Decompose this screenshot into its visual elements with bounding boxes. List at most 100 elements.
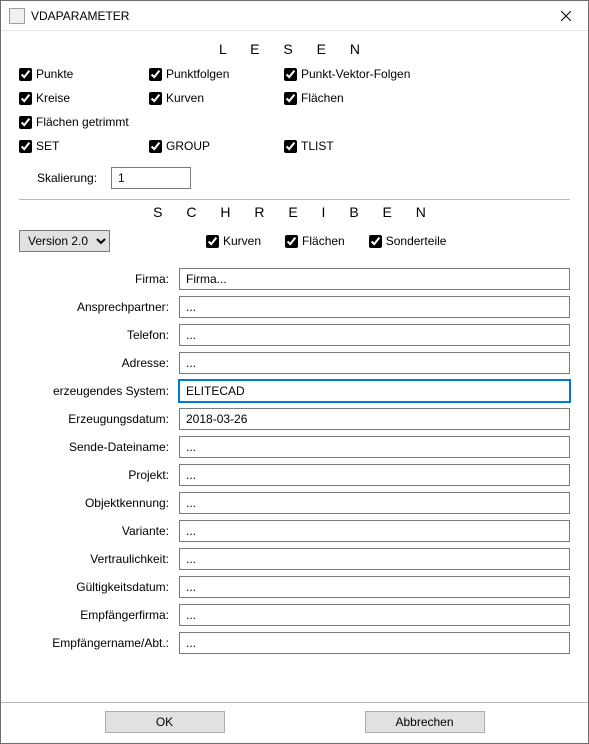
checkbox-flaechen[interactable]: Flächen	[284, 91, 484, 105]
titlebar: VDAPARAMETER	[1, 1, 588, 31]
checkbox-input[interactable]	[149, 92, 162, 105]
objektkennung-input[interactable]	[179, 492, 570, 514]
variante-input[interactable]	[179, 520, 570, 542]
gueltigkeitsdatum-input[interactable]	[179, 576, 570, 598]
checkbox-set[interactable]: SET	[19, 139, 149, 153]
checkbox-input[interactable]	[284, 140, 297, 153]
row-sende-dateiname: Sende-Dateiname:	[19, 436, 570, 458]
row-empf-name: Empfängername/Abt.:	[19, 632, 570, 654]
erz-datum-input[interactable]	[179, 408, 570, 430]
dialog-window: VDAPARAMETER L E S E N Punkte Punktfolge…	[0, 0, 589, 744]
close-icon	[561, 11, 571, 21]
write-checkboxes: Kurven Flächen Sonderteile	[206, 234, 446, 248]
field-label: Adresse:	[19, 356, 169, 370]
separator	[19, 199, 570, 200]
empf-firma-input[interactable]	[179, 604, 570, 626]
checkbox-input[interactable]	[284, 68, 297, 81]
checkbox-label: Kurven	[166, 91, 204, 105]
checkbox-label: TLIST	[301, 139, 334, 153]
checkbox-label: Sonderteile	[386, 234, 447, 248]
read-heading: L E S E N	[19, 41, 570, 57]
checkbox-punktfolgen[interactable]: Punktfolgen	[149, 67, 284, 81]
checkbox-input[interactable]	[284, 92, 297, 105]
checkbox-punkte[interactable]: Punkte	[19, 67, 149, 81]
write-top-row: Version 2.0 Kurven Flächen Sonderteile	[19, 230, 570, 252]
checkbox-input[interactable]	[19, 140, 32, 153]
write-heading: S C H R E I B E N	[19, 204, 570, 220]
checkbox-group[interactable]: GROUP	[149, 139, 284, 153]
checkbox-label: Flächen getrimmt	[36, 115, 129, 129]
cancel-button[interactable]: Abbrechen	[365, 711, 485, 733]
scale-row: Skalierung:	[37, 167, 570, 189]
row-vertraulichkeit: Vertraulichkeit:	[19, 548, 570, 570]
firma-input[interactable]	[179, 268, 570, 290]
checkbox-label: Kurven	[223, 234, 261, 248]
checkbox-input[interactable]	[206, 235, 219, 248]
checkbox-label: Punktfolgen	[166, 67, 229, 81]
field-label: Variante:	[19, 524, 169, 538]
checkbox-tlist[interactable]: TLIST	[284, 139, 484, 153]
scale-label: Skalierung:	[37, 171, 97, 185]
checkbox-input[interactable]	[19, 116, 32, 129]
form-rows: Firma: Ansprechpartner: Telefon: Adresse…	[19, 268, 570, 654]
checkbox-label: SET	[36, 139, 59, 153]
projekt-input[interactable]	[179, 464, 570, 486]
checkbox-kreise[interactable]: Kreise	[19, 91, 149, 105]
close-button[interactable]	[543, 1, 588, 31]
row-empf-firma: Empfängerfirma:	[19, 604, 570, 626]
row-projekt: Projekt:	[19, 464, 570, 486]
erz-system-input[interactable]	[179, 380, 570, 402]
content-area: L E S E N Punkte Punktfolgen Punkt-Vekto…	[1, 31, 588, 702]
checkbox-input[interactable]	[19, 68, 32, 81]
row-erz-datum: Erzeugungsdatum:	[19, 408, 570, 430]
version-select[interactable]: Version 2.0	[19, 230, 110, 252]
checkbox-flaechen-getrimmt[interactable]: Flächen getrimmt	[19, 115, 484, 129]
empf-name-input[interactable]	[179, 632, 570, 654]
field-label: Erzeugungsdatum:	[19, 412, 169, 426]
checkbox-input[interactable]	[369, 235, 382, 248]
checkbox-label: Flächen	[301, 91, 344, 105]
checkbox-write-sonderteile[interactable]: Sonderteile	[369, 234, 447, 248]
window-title: VDAPARAMETER	[31, 9, 543, 23]
checkbox-input[interactable]	[19, 92, 32, 105]
row-telefon: Telefon:	[19, 324, 570, 346]
row-adresse: Adresse:	[19, 352, 570, 374]
row-objektkennung: Objektkennung:	[19, 492, 570, 514]
checkbox-write-kurven[interactable]: Kurven	[206, 234, 261, 248]
ok-button[interactable]: OK	[105, 711, 225, 733]
checkbox-kurven[interactable]: Kurven	[149, 91, 284, 105]
field-label: Empfängername/Abt.:	[19, 636, 169, 650]
checkbox-label: GROUP	[166, 139, 210, 153]
checkbox-input[interactable]	[285, 235, 298, 248]
footer: OK Abbrechen	[1, 702, 588, 743]
scale-input[interactable]	[111, 167, 191, 189]
field-label: Firma:	[19, 272, 169, 286]
checkbox-input[interactable]	[149, 68, 162, 81]
adresse-input[interactable]	[179, 352, 570, 374]
telefon-input[interactable]	[179, 324, 570, 346]
read-checkbox-grid: Punkte Punktfolgen Punkt-Vektor-Folgen K…	[19, 67, 570, 153]
row-variante: Variante:	[19, 520, 570, 542]
ansprechpartner-input[interactable]	[179, 296, 570, 318]
field-label: Objektkennung:	[19, 496, 169, 510]
checkbox-label: Punkt-Vektor-Folgen	[301, 67, 410, 81]
field-label: erzeugendes System:	[19, 384, 169, 398]
checkbox-punkt-vektor-folgen[interactable]: Punkt-Vektor-Folgen	[284, 67, 484, 81]
checkbox-label: Punkte	[36, 67, 73, 81]
checkbox-label: Kreise	[36, 91, 70, 105]
field-label: Sende-Dateiname:	[19, 440, 169, 454]
checkbox-label: Flächen	[302, 234, 345, 248]
row-ansprechpartner: Ansprechpartner:	[19, 296, 570, 318]
app-icon	[9, 8, 25, 24]
field-label: Projekt:	[19, 468, 169, 482]
vertraulichkeit-input[interactable]	[179, 548, 570, 570]
field-label: Gültigkeitsdatum:	[19, 580, 169, 594]
checkbox-write-flaechen[interactable]: Flächen	[285, 234, 345, 248]
checkbox-input[interactable]	[149, 140, 162, 153]
row-gueltigkeitsdatum: Gültigkeitsdatum:	[19, 576, 570, 598]
sende-dateiname-input[interactable]	[179, 436, 570, 458]
field-label: Ansprechpartner:	[19, 300, 169, 314]
row-erz-system: erzeugendes System:	[19, 380, 570, 402]
row-firma: Firma:	[19, 268, 570, 290]
field-label: Vertraulichkeit:	[19, 552, 169, 566]
